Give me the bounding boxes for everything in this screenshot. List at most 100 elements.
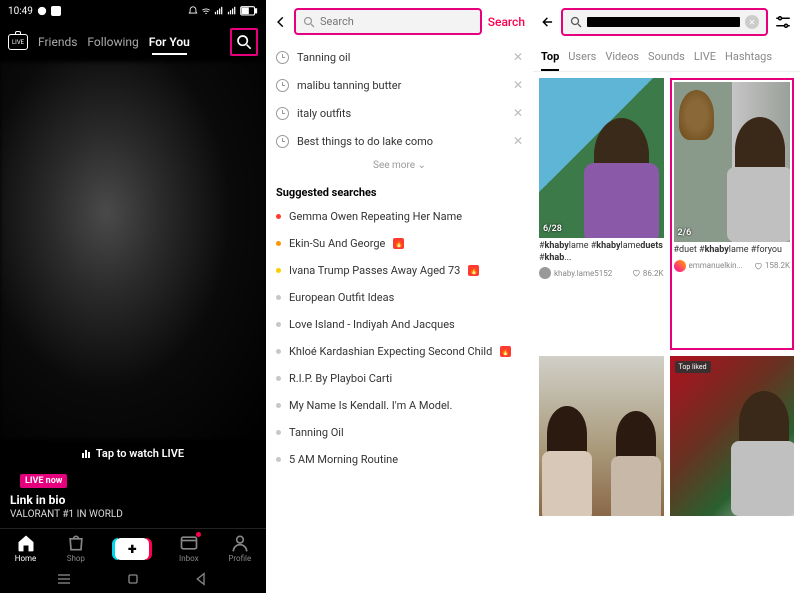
back-arrow-icon[interactable] xyxy=(541,15,555,29)
search-query-redacted xyxy=(587,17,740,27)
search-input-box[interactable]: ✕ xyxy=(561,8,768,36)
result-tab-sounds[interactable]: Sounds xyxy=(648,50,685,71)
history-item[interactable]: Best things to do lake como✕ xyxy=(276,127,523,155)
nav-shop[interactable]: Shop xyxy=(66,534,86,563)
result-card-highlighted[interactable]: 2/6 #duet #khabylame #foryou emmanuelkin… xyxy=(670,78,795,350)
suggested-item[interactable]: Love Island - Indiyah And Jacques xyxy=(266,311,533,338)
result-tab-live[interactable]: LIVE xyxy=(694,50,716,71)
audio-bars-icon xyxy=(82,450,90,458)
suggested-item[interactable]: Tanning Oil xyxy=(266,419,533,446)
suggested-item[interactable]: Ekin-Su And George🔥 xyxy=(266,230,533,257)
suggested-text: R.I.P. By Playboi Carti xyxy=(289,372,392,385)
history-text: malibu tanning butter xyxy=(297,79,505,92)
result-tab-hashtags[interactable]: Hashtags xyxy=(725,50,772,71)
inbox-icon xyxy=(179,534,199,552)
search-input-box[interactable] xyxy=(294,8,482,35)
suggested-item[interactable]: European Outfit Ideas xyxy=(266,284,533,311)
slide-count: 6/28 xyxy=(543,224,562,234)
nav-inbox[interactable]: Inbox xyxy=(179,534,199,563)
suggested-list: Gemma Owen Repeating Her NameEkin-Su And… xyxy=(266,203,533,473)
video-thumbnail[interactable]: Top liked xyxy=(670,356,795,516)
android-nav-bar xyxy=(0,565,266,593)
username: emmanuelkin... xyxy=(689,261,751,270)
video-thumbnail[interactable]: 6/28 xyxy=(539,78,664,238)
history-item[interactable]: italy outfits ✕ xyxy=(276,99,523,127)
search-input[interactable] xyxy=(320,15,473,28)
tiktok-feed-pane: 10:49 LIVE Friends Following For You Tap… xyxy=(0,0,266,593)
history-item[interactable]: Tanning oil ✕ xyxy=(276,43,523,71)
search-header: ✕ xyxy=(533,0,800,44)
chevron-down-icon: ⌄ xyxy=(418,160,426,171)
search-button[interactable] xyxy=(230,28,258,56)
tap-to-watch-live[interactable]: Tap to watch LIVE xyxy=(0,439,266,468)
back-button[interactable] xyxy=(194,571,210,587)
remove-history-button[interactable]: ✕ xyxy=(513,50,523,64)
search-suggestions-pane: Search Tanning oil✕malibu tanning butter… xyxy=(266,0,533,593)
video-thumbnail[interactable]: 2/6 xyxy=(674,82,791,242)
result-card[interactable]: Top liked xyxy=(670,356,795,587)
nav-home[interactable]: Home xyxy=(15,534,37,563)
nav-create[interactable]: + xyxy=(115,538,149,560)
recent-apps-button[interactable] xyxy=(56,571,72,587)
suggested-item[interactable]: Khloé Kardashian Expecting Second Child🔥 xyxy=(266,338,533,365)
live-tv-icon[interactable]: LIVE xyxy=(8,34,28,50)
tab-following[interactable]: Following xyxy=(87,35,138,49)
result-tab-users[interactable]: Users xyxy=(568,50,596,71)
clear-search-button[interactable]: ✕ xyxy=(745,15,759,29)
result-card[interactable] xyxy=(539,356,664,587)
see-more-link[interactable]: See more ⌄ xyxy=(266,155,533,176)
result-card[interactable]: 6/28 #khabylame #khabylameduets #khab...… xyxy=(539,78,664,350)
notification-dot xyxy=(196,532,201,537)
create-button[interactable]: + xyxy=(115,538,149,560)
result-hashtags: #duet #khabylame #foryou xyxy=(674,242,791,260)
clock-icon xyxy=(276,79,289,92)
suggested-header: Suggested searches xyxy=(266,176,533,203)
suggested-item[interactable]: Gemma Owen Repeating Her Name xyxy=(266,203,533,230)
status-bar: 10:49 xyxy=(0,0,266,22)
caption-subtitle: VALORANT #1 IN WORLD xyxy=(10,509,256,520)
result-tab-videos[interactable]: Videos xyxy=(605,50,639,71)
clock-icon xyxy=(276,135,289,148)
search-icon xyxy=(303,16,315,28)
back-arrow-icon[interactable] xyxy=(274,15,288,29)
tab-friends[interactable]: Friends xyxy=(38,35,77,49)
trend-bullet xyxy=(276,295,281,300)
suggested-item[interactable]: My Name Is Kendall. I'm A Model. xyxy=(266,392,533,419)
history-text: Tanning oil xyxy=(297,51,505,64)
result-tab-top[interactable]: Top xyxy=(541,50,559,71)
remove-history-button[interactable]: ✕ xyxy=(513,78,523,92)
result-meta: emmanuelkin... 158.2K xyxy=(674,260,791,272)
search-header: Search xyxy=(266,0,533,43)
username: khaby.lame5152 xyxy=(554,269,629,278)
suggested-text: My Name Is Kendall. I'm A Model. xyxy=(289,399,452,412)
nav-profile[interactable]: Profile xyxy=(228,534,251,563)
remove-history-button[interactable]: ✕ xyxy=(513,106,523,120)
history-item[interactable]: malibu tanning butter ✕ xyxy=(276,71,523,99)
suggested-item[interactable]: 5 AM Morning Routine xyxy=(266,446,533,473)
heart-icon xyxy=(754,262,762,270)
slide-count: 2/6 xyxy=(678,228,692,238)
trend-bullet xyxy=(276,322,281,327)
clock-icon xyxy=(276,51,289,64)
tab-for-you[interactable]: For You xyxy=(149,35,190,49)
search-history-list: Tanning oil✕malibu tanning butter✕italy … xyxy=(266,43,533,155)
shop-icon xyxy=(66,534,86,552)
video-feed-blurred[interactable] xyxy=(0,62,266,439)
app-badge-icon xyxy=(51,6,61,16)
home-button[interactable] xyxy=(125,571,141,587)
fire-icon: 🔥 xyxy=(393,238,404,249)
remove-history-button[interactable]: ✕ xyxy=(513,134,523,148)
suggested-item[interactable]: R.I.P. By Playboi Carti xyxy=(266,365,533,392)
caption-title: Link in bio xyxy=(10,493,256,507)
trend-bullet xyxy=(276,403,281,408)
fire-icon: 🔥 xyxy=(500,346,511,357)
search-action-link[interactable]: Search xyxy=(488,15,525,29)
suggested-item[interactable]: Ivana Trump Passes Away Aged 73🔥 xyxy=(266,257,533,284)
bottom-nav: Home Shop + Inbox Profile xyxy=(0,528,266,565)
history-text: italy outfits xyxy=(297,107,505,120)
results-grid: 6/28 #khabylame #khabylameduets #khab...… xyxy=(533,72,800,593)
trend-bullet xyxy=(276,214,281,219)
search-icon xyxy=(236,34,252,50)
filter-icon[interactable] xyxy=(774,13,792,31)
video-thumbnail[interactable] xyxy=(539,356,664,516)
